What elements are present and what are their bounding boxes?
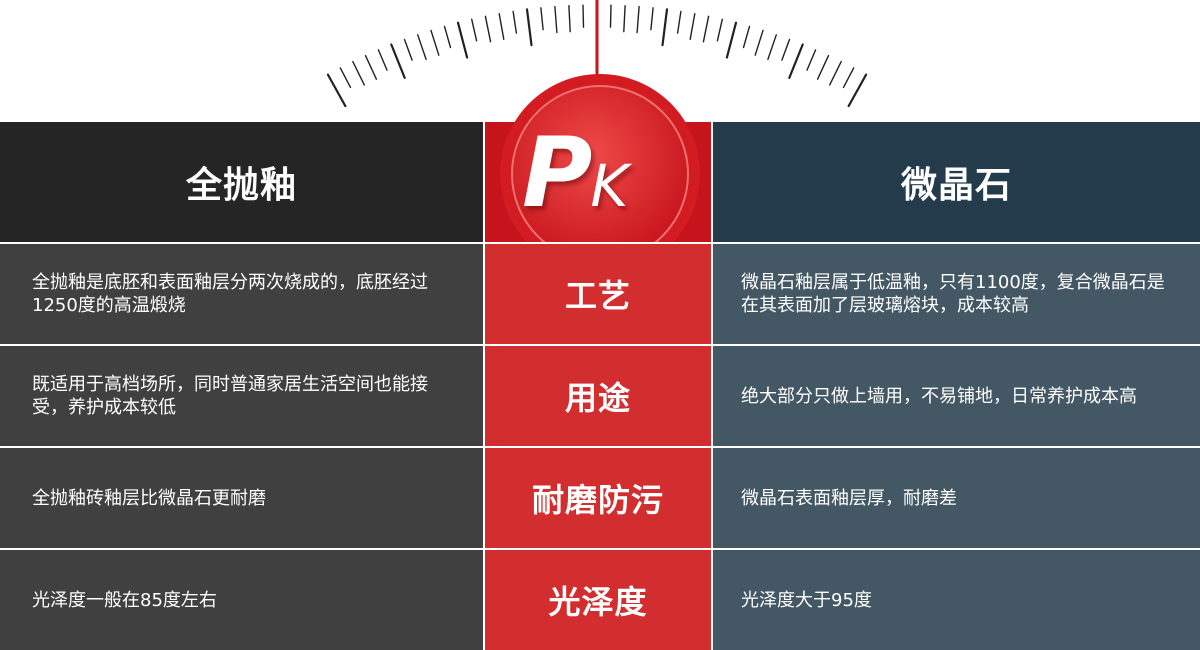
left-product-title: 全抛釉 — [185, 165, 297, 206]
gauge-tick — [352, 60, 365, 86]
left-cell-text: 全抛釉是底胚和表面釉层分两次烧成的，底胚经过1250度的高温煅烧 — [32, 272, 428, 316]
gauge-tick — [554, 5, 558, 34]
gauge-tick — [456, 21, 469, 59]
gauge-tick — [702, 15, 710, 43]
gauge-tick — [540, 7, 544, 31]
gauge-tick — [847, 73, 868, 108]
criterion-cell: 工艺 — [485, 244, 711, 344]
comparison-row: 全抛釉砖釉层比微晶石更耐磨 耐磨防污 微晶石表面釉层厚，耐磨差 — [0, 448, 1200, 548]
gauge-tick — [326, 73, 347, 108]
right-product-title: 微晶石 — [900, 165, 1012, 206]
gauge-tick — [568, 4, 571, 33]
right-cell: 微晶石表面釉层厚，耐磨差 — [713, 448, 1200, 548]
gauge-tick — [443, 25, 452, 49]
criterion-cell: 用途 — [485, 346, 711, 446]
gauge-tick — [676, 10, 682, 34]
gauge-tick — [582, 4, 585, 28]
gauge-tick — [471, 18, 478, 42]
comparison-row: 光泽度一般在85度左右 光泽度 光泽度大于95度 — [0, 550, 1200, 650]
criterion-cell: 光泽度 — [485, 550, 711, 650]
gauge-tick — [377, 49, 388, 71]
gauge-tick — [498, 12, 505, 40]
left-cell: 光泽度一般在85度左右 — [0, 550, 483, 650]
gauge-tick — [689, 12, 696, 40]
pk-logo: P K — [522, 118, 682, 228]
right-cell: 微晶石釉层属于低温釉，只有1100度，复合微晶石是在其表面加了层玻璃熔块，成本较… — [713, 244, 1200, 344]
left-cell: 全抛釉砖釉层比微晶石更耐磨 — [0, 448, 483, 548]
comparison-row: 全抛釉是底胚和表面釉层分两次烧成的，底胚经过1250度的高温煅烧 工艺 微晶石釉… — [0, 244, 1200, 344]
criterion-label: 工艺 — [564, 277, 631, 315]
gauge-tick — [390, 43, 406, 80]
gauge-tick — [636, 5, 640, 34]
gauge-tick — [609, 4, 612, 28]
gauge-tick — [650, 7, 654, 31]
gauge-tick — [781, 38, 791, 61]
gauge-tick — [806, 49, 817, 71]
gauge-tick — [525, 8, 533, 47]
right-cell: 绝大部分只做上墙用，不易铺地，日常养护成本高 — [713, 346, 1200, 446]
pk-letter-k: K — [590, 152, 629, 220]
criterion-cell: 耐磨防污 — [485, 448, 711, 548]
right-cell: 光泽度大于95度 — [713, 550, 1200, 650]
gauge-tick — [430, 29, 440, 56]
gauge-tick — [484, 15, 492, 43]
right-cell-text: 微晶石表面釉层厚，耐磨差 — [741, 487, 957, 509]
criterion-label: 耐磨防污 — [531, 481, 664, 519]
gauge-tick — [417, 34, 427, 61]
right-cell-text: 光泽度大于95度 — [741, 589, 872, 611]
gauge-tick — [742, 25, 751, 49]
gauge-tick — [403, 38, 413, 61]
gauge-tick — [623, 4, 626, 33]
left-cell-text: 光泽度一般在85度左右 — [32, 589, 217, 611]
criterion-label: 光泽度 — [548, 583, 648, 621]
gauge-tick — [364, 54, 378, 80]
gauge-tick — [725, 21, 738, 59]
gauge-tick — [816, 54, 830, 80]
left-cell: 全抛釉是底胚和表面釉层分两次烧成的，底胚经过1250度的高温煅烧 — [0, 244, 483, 344]
gauge-tick — [767, 34, 777, 61]
gauge-tick — [716, 18, 723, 42]
header-right-panel: 微晶石 — [713, 122, 1200, 242]
header-left-panel: 全抛釉 — [0, 122, 483, 242]
gauge-tick — [829, 60, 842, 86]
gauge-tick — [339, 67, 352, 89]
right-cell-text: 微晶石釉层属于低温釉，只有1100度，复合微晶石是在其表面加了层玻璃熔块，成本较… — [741, 272, 1165, 316]
comparison-row: 既适用于高档场所，同时普通家居生活空间也能接受，养护成本较低 用途 绝大部分只做… — [0, 346, 1200, 446]
gauge-tick — [661, 8, 669, 47]
left-cell: 既适用于高档场所，同时普通家居生活空间也能接受，养护成本较低 — [0, 346, 483, 446]
left-cell-text: 既适用于高档场所，同时普通家居生活空间也能接受，养护成本较低 — [32, 374, 428, 418]
criterion-label: 用途 — [564, 379, 631, 417]
right-cell-text: 绝大部分只做上墙用，不易铺地，日常养护成本高 — [741, 385, 1137, 407]
pk-letter-p: P — [522, 117, 592, 229]
gauge-tick — [754, 29, 764, 56]
left-cell-text: 全抛釉砖釉层比微晶石更耐磨 — [32, 487, 266, 509]
gauge-tick — [512, 10, 518, 34]
gauge-tick — [788, 43, 804, 80]
gauge-tick — [842, 67, 855, 89]
